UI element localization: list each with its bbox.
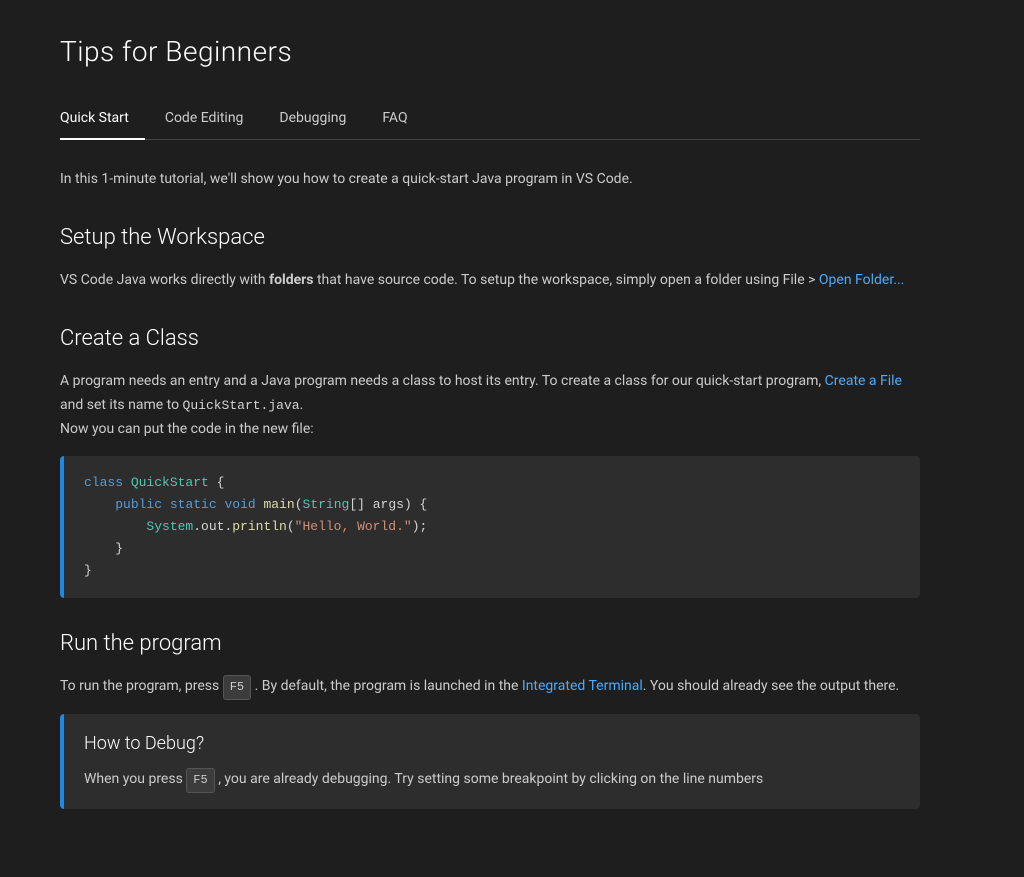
open-folder-link[interactable]: Open Folder... [819,272,904,288]
debug-text-before-key: When you press [84,771,183,787]
code-block: class QuickStart { public static void ma… [60,456,920,598]
tab-nav: Quick Start Code Editing Debugging FAQ [60,99,920,140]
integrated-terminal-link[interactable]: Integrated Terminal [522,678,643,694]
section-run-program: Run the program To run the program, pres… [60,626,920,809]
f5-key-run: F5 [223,675,251,699]
section-create-class-heading: Create a Class [60,321,920,356]
code-line-2: public static void main(String[] args) { [84,494,900,516]
create-class-text-end: . [300,397,304,413]
quickstart-filename: QuickStart.java [183,398,300,413]
code-line-5: } [84,560,900,582]
section-run-text: To run the program, press F5 . By defaul… [60,675,920,699]
code-line-1: class QuickStart { [84,472,900,494]
section-run-heading: Run the program [60,626,920,661]
run-text-before-key: To run the program, press [60,678,219,694]
code-line-3: System.out.println("Hello, World."); [84,516,900,538]
tab-quick-start[interactable]: Quick Start [60,99,145,139]
main-container: Tips for Beginners Quick Start Code Edit… [0,0,980,877]
run-text-end: . You should already see the output ther… [643,678,899,694]
debug-block-heading: How to Debug? [84,730,900,759]
create-file-link[interactable]: Create a File [825,373,902,389]
tab-code-editing[interactable]: Code Editing [149,99,260,139]
intro-paragraph: In this 1-minute tutorial, we'll show yo… [60,168,920,192]
code-line-4: } [84,538,900,560]
workspace-bold-text: folders [269,272,313,288]
debug-info-block: How to Debug? When you press F5 , you ar… [60,714,920,809]
section-workspace: Setup the Workspace VS Code Java works d… [60,220,920,293]
tab-debugging[interactable]: Debugging [263,99,362,139]
debug-block-text: When you press F5 , you are already debu… [84,768,900,792]
page-title: Tips for Beginners [60,30,920,75]
section-create-class: Create a Class A program needs an entry … [60,321,920,598]
section-workspace-text: VS Code Java works directly with folders… [60,269,920,293]
debug-text-after-key: , you are already debugging. Try setting… [218,771,763,787]
now-text: Now you can put the code in the new file… [60,421,314,437]
workspace-text-after-bold: that have source code. To setup the work… [313,272,815,288]
section-create-class-text: A program needs an entry and a Java prog… [60,370,920,441]
create-class-text-after-link: and set its name to [60,397,179,413]
run-text-after-key: . By default, the program is launched in… [255,678,519,694]
create-class-paragraph: A program needs an entry and a Java prog… [60,373,821,389]
f5-key-debug: F5 [186,768,214,792]
workspace-text-before-bold: VS Code Java works directly with [60,272,269,288]
tab-faq[interactable]: FAQ [366,99,423,139]
section-workspace-heading: Setup the Workspace [60,220,920,255]
